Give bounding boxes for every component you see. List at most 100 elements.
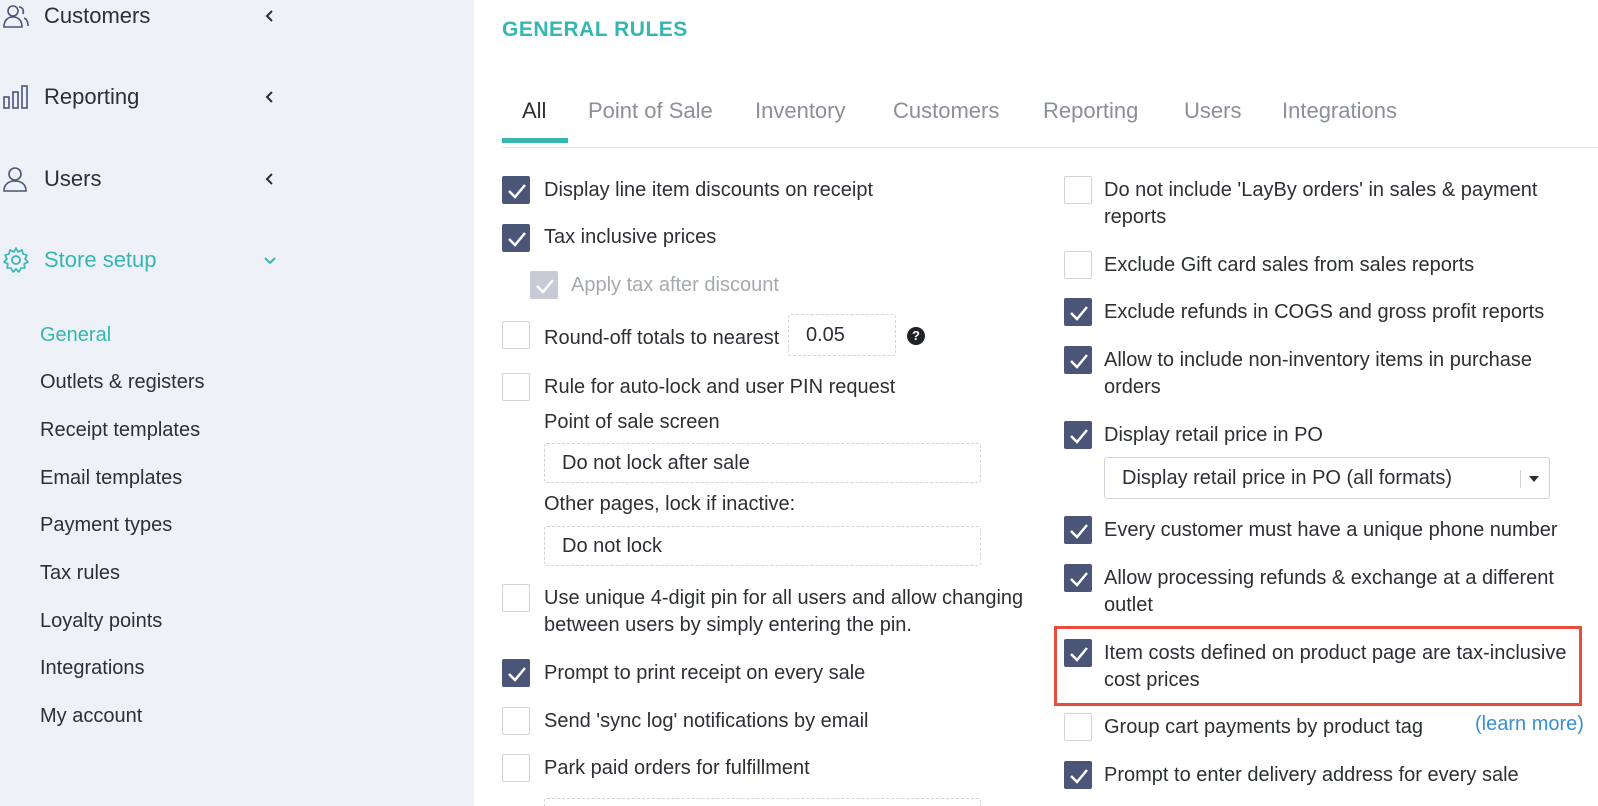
tab-bar: All Point of Sale Inventory Customers Re… — [502, 88, 1598, 148]
sidebar-item-label: Reporting — [44, 84, 140, 109]
learn-more-link[interactable]: (learn more) — [1475, 713, 1584, 736]
select-separator — [1520, 470, 1521, 488]
retail-price-po-select-value: Display retail price in PO (all formats) — [1122, 466, 1453, 489]
apply-tax-after-discount-label: Apply tax after discount — [571, 274, 779, 296]
sidebar-item-store-setup[interactable]: Store setup — [0, 240, 300, 280]
unique-pin-checkbox[interactable] — [502, 584, 530, 612]
gear-icon — [3, 247, 29, 273]
delivery-address-checkbox[interactable] — [1064, 761, 1092, 789]
non-inventory-label-line1: Allow to include non-inventory items in … — [1104, 349, 1532, 371]
no-layby-checkbox[interactable] — [1064, 176, 1092, 204]
sidebar-item-label: Store setup — [44, 247, 157, 272]
tab-users[interactable]: Users — [1184, 98, 1241, 124]
unique-phone-label: Every customer must have a unique phone … — [1104, 519, 1558, 541]
exclude-gift-label: Exclude Gift card sales from sales repor… — [1104, 254, 1475, 276]
sidebar-subitem-general[interactable]: General — [40, 324, 111, 347]
round-off-value-input[interactable]: 0.05 — [788, 314, 896, 356]
retail-price-po-checkbox[interactable] — [1064, 421, 1092, 449]
sync-log-label: Send 'sync log' notifications by email — [544, 710, 869, 732]
sidebar: Customers Reporting Users Store setup Ge… — [0, 0, 474, 806]
checkmark-icon — [508, 232, 526, 247]
tax-inclusive-checkbox[interactable] — [502, 224, 530, 252]
pos-screen-label: Point of sale screen — [544, 411, 720, 433]
park-paid-label: Park paid orders for fulfillment — [544, 757, 810, 779]
round-off-checkbox[interactable] — [502, 321, 530, 349]
tab-point-of-sale[interactable]: Point of Sale — [588, 98, 713, 124]
refunds-outlet-checkbox[interactable] — [1064, 564, 1092, 592]
exclude-gift-checkbox[interactable] — [1064, 251, 1092, 279]
park-paid-select[interactable] — [544, 798, 981, 806]
no-layby-label-line2: reports — [1104, 206, 1167, 228]
sidebar-item-label: Users — [44, 166, 102, 191]
other-pages-lock-select[interactable]: Do not lock — [544, 526, 981, 566]
checkmark-icon — [1070, 429, 1088, 444]
other-pages-label: Other pages, lock if inactive: — [544, 493, 796, 515]
auto-lock-label: Rule for auto-lock and user PIN request — [544, 376, 896, 398]
item-costs-checkbox[interactable] — [1064, 639, 1092, 667]
sidebar-subitem-tax-rules[interactable]: Tax rules — [40, 562, 120, 585]
sidebar-item-reporting[interactable]: Reporting — [0, 77, 300, 117]
checkmark-icon — [1070, 306, 1088, 321]
checkmark-icon — [1070, 769, 1088, 784]
checkmark-icon — [508, 667, 526, 682]
group-cart-checkbox[interactable] — [1064, 713, 1092, 741]
reporting-icon — [3, 85, 28, 109]
display-line-discounts-label: Display line item discounts on receipt — [544, 179, 874, 201]
help-icon[interactable]: ? — [907, 327, 925, 345]
active-tab-indicator — [502, 138, 568, 143]
sidebar-subitem-outlets[interactable]: Outlets & registers — [40, 371, 205, 394]
sidebar-subitem-receipt-templates[interactable]: Receipt templates — [40, 419, 200, 442]
tab-reporting[interactable]: Reporting — [1043, 98, 1138, 124]
non-inventory-checkbox[interactable] — [1064, 346, 1092, 374]
chevron-left-icon — [265, 10, 273, 22]
sidebar-item-customers[interactable]: Customers — [0, 0, 300, 36]
item-costs-label-line2: cost prices — [1104, 669, 1200, 691]
checkmark-icon — [1070, 524, 1088, 539]
main-panel: GENERAL RULES All Point of Sale Inventor… — [474, 0, 1598, 806]
round-off-label: Round-off totals to nearest — [544, 327, 780, 349]
unique-pin-label-line2: between users by simply entering the pin… — [544, 614, 912, 636]
sidebar-subitem-integrations[interactable]: Integrations — [40, 657, 145, 680]
refunds-outlet-label-line2: outlet — [1104, 594, 1153, 616]
display-line-discounts-checkbox[interactable] — [502, 176, 530, 204]
unique-phone-checkbox[interactable] — [1064, 516, 1092, 544]
tax-inclusive-label: Tax inclusive prices — [544, 226, 717, 248]
retail-price-po-label: Display retail price in PO — [1104, 424, 1323, 446]
chevron-down-icon — [264, 257, 276, 265]
apply-tax-after-discount-checkbox — [530, 271, 558, 299]
group-cart-label: Group cart payments by product tag — [1104, 716, 1424, 738]
tab-inventory[interactable]: Inventory — [755, 98, 846, 124]
tab-integrations[interactable]: Integrations — [1282, 98, 1397, 124]
unique-pin-label-line1: Use unique 4-digit pin for all users and… — [544, 587, 1024, 609]
auto-lock-checkbox[interactable] — [502, 373, 530, 401]
refunds-outlet-label-line1: Allow processing refunds & exchange at a… — [1104, 567, 1554, 589]
checkmark-icon — [1070, 647, 1088, 662]
non-inventory-label-line2: orders — [1104, 376, 1161, 398]
sidebar-subitem-email-templates[interactable]: Email templates — [40, 467, 182, 490]
delivery-address-label: Prompt to enter delivery address for eve… — [1104, 764, 1519, 786]
chevron-left-icon — [265, 91, 273, 103]
sidebar-subitem-loyalty-points[interactable]: Loyalty points — [40, 610, 162, 633]
pos-screen-lock-select[interactable]: Do not lock after sale — [544, 443, 981, 483]
item-costs-label-line1: Item costs defined on product page are t… — [1104, 642, 1567, 664]
tab-all[interactable]: All — [522, 98, 546, 124]
checkmark-icon — [1070, 354, 1088, 369]
sidebar-subitem-my-account[interactable]: My account — [40, 705, 142, 728]
retail-price-po-select[interactable]: Display retail price in PO (all formats) — [1104, 457, 1550, 499]
sync-log-checkbox[interactable] — [502, 707, 530, 735]
exclude-refunds-checkbox[interactable] — [1064, 298, 1092, 326]
park-paid-checkbox[interactable] — [502, 754, 530, 782]
sidebar-subitem-payment-types[interactable]: Payment types — [40, 514, 172, 537]
sidebar-item-users[interactable]: Users — [0, 159, 300, 199]
no-layby-label-line1: Do not include 'LayBy orders' in sales &… — [1104, 179, 1538, 201]
checkmark-icon — [508, 184, 526, 199]
chevron-left-icon — [265, 173, 273, 185]
prompt-print-label: Prompt to print receipt on every sale — [544, 662, 866, 684]
tab-customers[interactable]: Customers — [893, 98, 999, 124]
checkmark-icon — [536, 279, 554, 294]
sidebar-item-label: Customers — [44, 3, 151, 28]
exclude-refunds-label: Exclude refunds in COGS and gross profit… — [1104, 301, 1545, 323]
caret-down-icon — [1529, 476, 1539, 482]
customers-icon — [3, 5, 29, 28]
prompt-print-checkbox[interactable] — [502, 659, 530, 687]
